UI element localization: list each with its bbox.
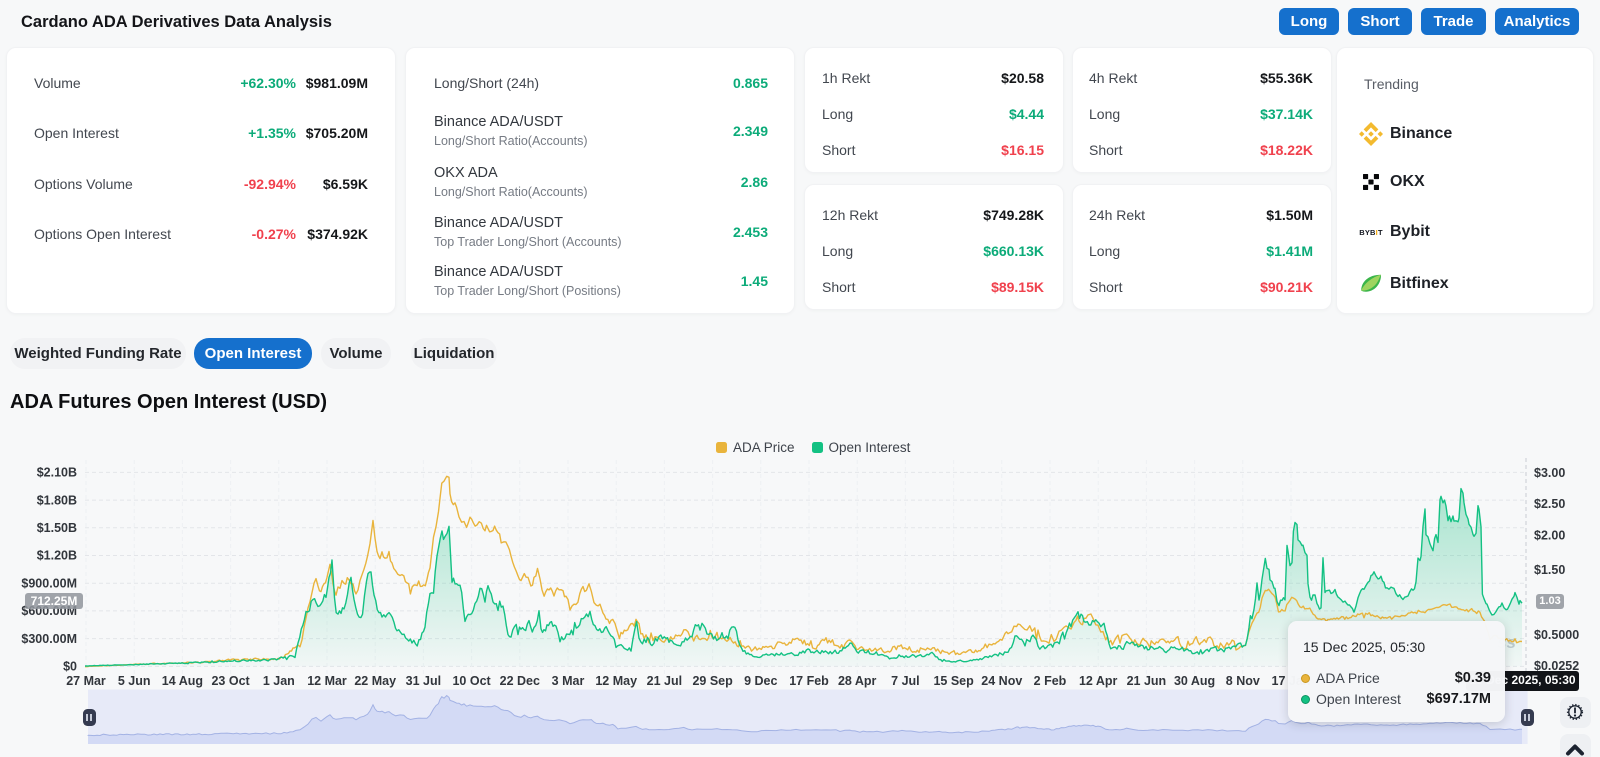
svg-text:24 Nov: 24 Nov — [981, 674, 1022, 688]
svg-text:$1.20B: $1.20B — [37, 549, 77, 563]
svg-text:7 Jul: 7 Jul — [891, 674, 920, 688]
svg-text:$0: $0 — [63, 660, 77, 674]
svg-text:5 Jun: 5 Jun — [118, 674, 151, 688]
svg-text:$3.00: $3.00 — [1534, 466, 1565, 480]
svg-text:22 May: 22 May — [354, 674, 396, 688]
svg-text:29 Sep: 29 Sep — [692, 674, 733, 688]
svg-text:1 Jan: 1 Jan — [263, 674, 295, 688]
svg-text:21 Jul: 21 Jul — [647, 674, 682, 688]
svg-text:$2.00: $2.00 — [1534, 529, 1565, 543]
svg-text:$2.50: $2.50 — [1534, 497, 1565, 511]
svg-text:12 Apr: 12 Apr — [1079, 674, 1118, 688]
svg-text:12 Mar: 12 Mar — [307, 674, 347, 688]
svg-text:$1.80B: $1.80B — [37, 493, 77, 507]
svg-text:10 Oct: 10 Oct — [452, 674, 491, 688]
svg-text:$900.00M: $900.00M — [21, 576, 77, 590]
svg-text:17 Feb: 17 Feb — [789, 674, 829, 688]
svg-text:$1.50: $1.50 — [1534, 563, 1565, 577]
svg-text:31 Jul: 31 Jul — [406, 674, 441, 688]
svg-text:23 Oct: 23 Oct — [211, 674, 250, 688]
svg-text:9 Dec: 9 Dec — [744, 674, 777, 688]
svg-text:3 Mar: 3 Mar — [552, 674, 585, 688]
svg-text:21 Jun: 21 Jun — [1127, 674, 1167, 688]
svg-text:$0.5000: $0.5000 — [1534, 628, 1579, 642]
svg-text:12 May: 12 May — [595, 674, 637, 688]
svg-text:$300.00M: $300.00M — [21, 632, 77, 646]
svg-text:30 Aug: 30 Aug — [1174, 674, 1215, 688]
svg-text:27 Mar: 27 Mar — [66, 674, 106, 688]
svg-text:28 Apr: 28 Apr — [838, 674, 877, 688]
svg-text:8 Nov: 8 Nov — [1226, 674, 1260, 688]
svg-text:22 Dec: 22 Dec — [500, 674, 540, 688]
svg-text:15 Sep: 15 Sep — [933, 674, 974, 688]
svg-text:2 Feb: 2 Feb — [1034, 674, 1067, 688]
svg-text:$1.50B: $1.50B — [37, 521, 77, 535]
svg-text:14 Aug: 14 Aug — [162, 674, 203, 688]
svg-text:$2.10B: $2.10B — [37, 466, 77, 480]
